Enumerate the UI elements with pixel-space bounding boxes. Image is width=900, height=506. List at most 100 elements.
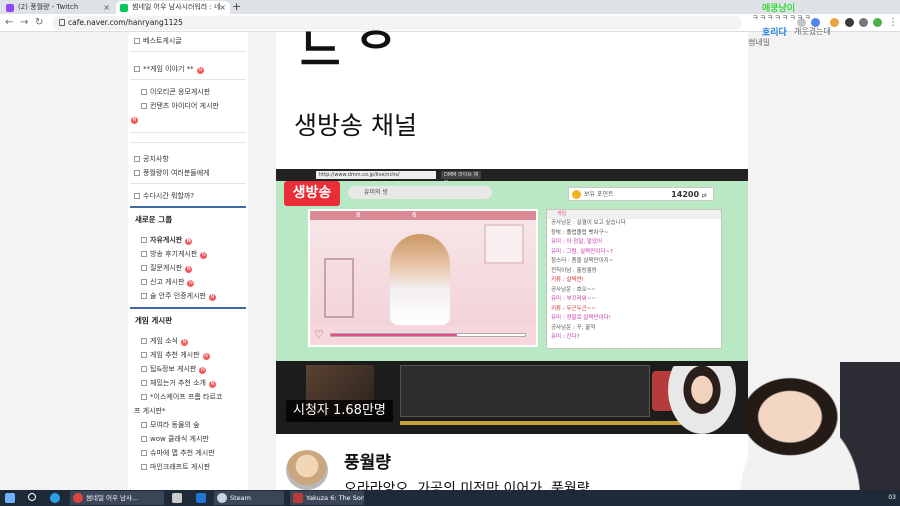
chat-message: 개웃겼는데 <box>794 27 831 36</box>
menu-label: 공지사항 <box>143 155 169 163</box>
menu-tarkov-board[interactable]: *이스케이프 프롬 타르코 <box>141 392 222 402</box>
board-icon <box>141 450 147 456</box>
author-avatar[interactable] <box>286 450 328 490</box>
chat-line: 창밖 : 졸렵졸렵 빳차구~ <box>551 229 609 236</box>
board-icon <box>141 279 147 285</box>
menu-stream-review[interactable]: 방송 후기게시판 N <box>141 249 208 259</box>
new-badge: N <box>199 367 207 374</box>
board-icon <box>141 436 147 442</box>
menu-label: *이스케이프 프롬 타르코 <box>150 393 223 401</box>
menu-label: 자유게시판 <box>150 236 183 244</box>
menu-tips-board[interactable]: 팁&정보 게시판 N <box>141 364 207 374</box>
menu-minecraft[interactable]: 마인크래프트 게시판 <box>141 462 210 472</box>
menu-best-posts[interactable]: 베스트게시글 <box>134 36 182 46</box>
new-badge: N <box>185 266 193 273</box>
taskbar-app-chrome[interactable]: 썸네일 어우 남사... <box>70 491 164 505</box>
search-icon[interactable] <box>28 493 36 501</box>
screenshot-url: http://www.dmm.co.jp/live/nchs/ <box>316 171 436 179</box>
twitch-icon <box>6 4 14 12</box>
taskbar-app-label: Steam <box>230 494 251 502</box>
shelf-image <box>324 258 354 318</box>
browser-tab-twitch[interactable]: (2) 풍월량 - Twitch × <box>2 1 114 14</box>
menu-label-wrap[interactable]: 프 게시판* <box>134 406 166 416</box>
new-badge: N <box>208 294 216 301</box>
author-name[interactable]: 풍월량 <box>344 448 391 473</box>
heart-icon: ♡ <box>314 328 324 341</box>
back-icon[interactable]: ← <box>5 16 13 30</box>
menu-game-talk[interactable]: **게임 이야기 ** N <box>134 64 204 74</box>
taskbar-app-steam[interactable]: Steam <box>214 491 284 505</box>
menu-label: **게임 이야기 ** <box>143 65 194 73</box>
menu-label: 재밌는거 추천 소개 <box>150 379 206 387</box>
new-tab-icon[interactable]: + <box>232 0 241 14</box>
stream-chat-overlay: 애쿵냥이 ㅋㅋㅋㅋㅋㅋㅋㅋ 호리다 개웃겼는데 썸네일 <box>748 0 900 52</box>
section-rule <box>130 307 246 309</box>
menu-label: 신고 게시판 <box>150 278 185 286</box>
board-icon <box>141 464 147 470</box>
browser-tab-cafe[interactable]: 썸네일 어우 남사시러워라 : 네 × <box>116 1 230 14</box>
menu-mario-maker[interactable]: 슈마에 맵 추천 게시판 <box>141 448 215 458</box>
url-text: cafe.naver.com/hanryang1125 <box>68 18 183 27</box>
new-badge: N <box>196 67 204 74</box>
menu-label: 모여라 동물의 숲 <box>150 421 200 429</box>
game-panel <box>400 365 650 417</box>
player-number: 6 <box>412 211 417 219</box>
menu-chat-time[interactable]: 수다시간 뭐할까? <box>134 191 194 201</box>
forward-icon[interactable]: → <box>20 16 28 30</box>
chat-message: ㅋㅋㅋㅋㅋㅋㅋㅋ <box>752 14 812 22</box>
board-icon <box>141 237 147 243</box>
video-frame <box>310 220 536 325</box>
url-field[interactable]: cafe.naver.com/hanryang1125 <box>52 16 742 30</box>
menu-game-recommend[interactable]: 게임 추천 게시판 N <box>141 350 210 360</box>
menu-fun-recommend[interactable]: 재밌는거 추천 소개 N <box>141 378 216 388</box>
board-icon <box>141 338 147 344</box>
store-icon[interactable] <box>172 493 182 503</box>
windows-taskbar: 썸네일 어우 남사... Steam Yakuza 6: The Son... … <box>0 490 900 506</box>
game-icon <box>293 493 303 503</box>
menu-content-ideas[interactable]: 컨텐츠 아이디어 게시판 <box>141 101 219 111</box>
chat-line: 공사남운 : 꾸, 꿀꺽 <box>551 324 596 331</box>
menu-to-everyone[interactable]: 풍월량이 여러분들에게 <box>134 168 210 178</box>
player-header: 8 6 <box>310 211 536 220</box>
mail-icon[interactable] <box>196 493 206 503</box>
person-image <box>390 234 450 325</box>
board-icon <box>134 193 140 199</box>
taskbar-app-label: Yakuza 6: The Son... <box>306 494 364 502</box>
windows-start-icon[interactable] <box>5 493 15 503</box>
chat-line: 유미 : 부끄러워~~ <box>551 296 596 302</box>
game-bar <box>400 421 690 425</box>
close-icon[interactable]: × <box>219 1 226 14</box>
wall-frame-image <box>484 224 524 264</box>
menu-label: 슈마에 맵 추천 게시판 <box>150 449 215 457</box>
points-label: 보유 포인트 <box>584 191 614 198</box>
chat-line: 공사남운 : 살결이 보고 싶습니다 <box>551 220 626 226</box>
new-badge: N <box>131 117 138 124</box>
viewer-count: 시청자 1.68만명 <box>286 400 393 422</box>
video-player: 8 6 ♡ <box>308 209 538 347</box>
menu-emoticon-board[interactable]: 이오티콘 응모게시판 <box>141 87 210 97</box>
player-number: 8 <box>356 211 361 219</box>
board-icon <box>141 293 147 299</box>
menu-report-board[interactable]: 신고 게시판 N <box>141 277 195 287</box>
board-icon <box>141 380 147 386</box>
menu-wow-classic[interactable]: wow 클래식 게시판 <box>141 434 209 444</box>
section-rule <box>130 206 246 208</box>
chat-log-header: 게임 <box>547 210 721 219</box>
board-icon <box>141 89 147 95</box>
edge-icon[interactable] <box>50 493 60 503</box>
reload-icon[interactable]: ↻ <box>35 16 43 30</box>
menu-drink-board[interactable]: 술 안주 인증게시판 N <box>141 291 216 301</box>
menu-notice[interactable]: 공지사항 <box>134 154 169 164</box>
menu-label: 팁&정보 게시판 <box>150 365 197 373</box>
player-controls: ♡ <box>310 325 536 345</box>
close-icon[interactable]: × <box>103 1 110 14</box>
menu-game-news[interactable]: 게임 소식 N <box>141 336 188 346</box>
chat-line: 키류 : 두근두근~~ <box>551 305 596 312</box>
menu-animal-crossing[interactable]: 모여라 동물의 숲 <box>141 420 200 430</box>
menu-question-board[interactable]: 질문게시판 N <box>141 263 193 273</box>
taskbar-app-yakuza[interactable]: Yakuza 6: The Son... <box>290 491 364 505</box>
menu-label: 질문게시판 <box>150 264 183 272</box>
menu-free-board[interactable]: 자유게시판 N <box>141 235 193 245</box>
taskbar-app-label: 썸네일 어우 남사... <box>86 494 139 502</box>
chat-line: 전직이넘 : 홀랑홀랑 <box>551 267 597 274</box>
